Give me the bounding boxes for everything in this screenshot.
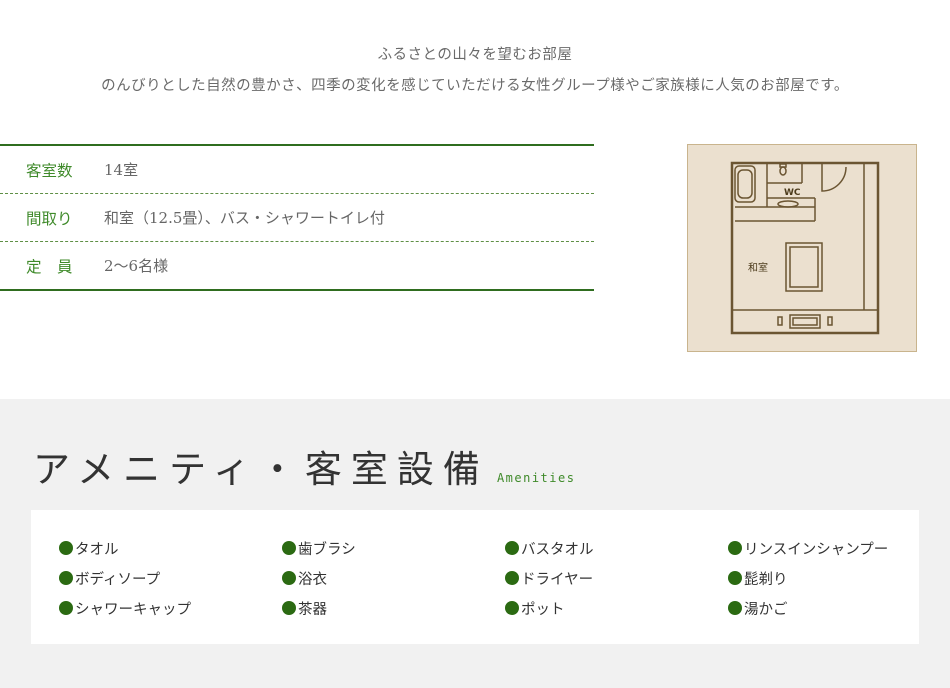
- amenity-label: 湯かご: [744, 601, 788, 618]
- bullet-icon: [728, 541, 742, 555]
- amenity-label: リンスインシャンプー: [744, 541, 889, 558]
- amenity-label: バスタオル: [521, 541, 594, 558]
- amenity-item: 茶器: [282, 593, 505, 623]
- bullet-icon: [59, 571, 73, 585]
- spec-row-layout: 間取り 和室（12.5畳）、バス・シャワートイレ付: [0, 194, 594, 242]
- amenity-item: 湯かご: [728, 593, 918, 623]
- amenity-item: ポット: [505, 593, 728, 623]
- floorplan-wc-label: WC: [784, 188, 801, 198]
- amenities-list-box: タオル 歯ブラシ バスタオル リンスインシャンプー ボディソープ 浴衣 ドライヤ…: [31, 510, 919, 644]
- spec-value: 2〜6名様: [104, 257, 169, 275]
- floorplan-drawing: WC 和室: [730, 161, 880, 335]
- bullet-icon: [59, 541, 73, 555]
- amenity-item: ボディソープ: [59, 563, 282, 593]
- spec-label: 定 員: [26, 257, 73, 276]
- amenity-label: 茶器: [298, 601, 327, 618]
- amenity-item: 歯ブラシ: [282, 533, 505, 563]
- room-spec-table: 客室数 14室 間取り 和室（12.5畳）、バス・シャワートイレ付 定 員 2〜…: [0, 144, 594, 291]
- amenities-title: アメニティ・客室設備: [33, 448, 489, 491]
- intro-description: のんびりとした自然の豊かさ、四季の変化を感じていただける女性グループ様やご家族様…: [101, 78, 849, 94]
- amenity-item: ドライヤー: [505, 563, 728, 593]
- bullet-icon: [282, 601, 296, 615]
- floorplan-image: WC 和室: [687, 144, 917, 352]
- intro-title: ふるさとの山々を望むお部屋: [377, 47, 573, 63]
- spec-value: 14室: [104, 161, 139, 179]
- amenity-label: ドライヤー: [521, 571, 594, 588]
- bullet-icon: [505, 571, 519, 585]
- bullet-icon: [282, 571, 296, 585]
- amenity-item: シャワーキャップ: [59, 593, 282, 623]
- spec-label: 間取り: [26, 209, 73, 228]
- amenity-label: ポット: [521, 601, 565, 618]
- amenities-grid: タオル 歯ブラシ バスタオル リンスインシャンプー ボディソープ 浴衣 ドライヤ…: [59, 533, 918, 623]
- floorplan-room-label: 和室: [748, 261, 768, 274]
- spec-row-rooms: 客室数 14室: [0, 146, 594, 194]
- bullet-icon: [59, 601, 73, 615]
- amenity-label: 歯ブラシ: [298, 541, 356, 558]
- amenity-item: 髭剃り: [728, 563, 918, 593]
- intro-section: ふるさとの山々を望むお部屋 のんびりとした自然の豊かさ、四季の変化を感じていただ…: [0, 40, 950, 102]
- amenity-label: 浴衣: [298, 571, 327, 588]
- amenities-subtitle: Amenities: [496, 471, 576, 485]
- amenity-label: シャワーキャップ: [75, 601, 191, 618]
- bullet-icon: [505, 541, 519, 555]
- amenity-label: タオル: [75, 541, 119, 558]
- amenity-label: ボディソープ: [75, 571, 161, 588]
- spec-label: 客室数: [26, 161, 73, 180]
- bullet-icon: [282, 541, 296, 555]
- amenity-label: 髭剃り: [744, 571, 788, 588]
- bullet-icon: [728, 601, 742, 615]
- bullet-icon: [728, 571, 742, 585]
- amenity-item: バスタオル: [505, 533, 728, 563]
- amenities-section: アメニティ・客室設備 Amenities タオル 歯ブラシ バスタオル リンスイ…: [0, 399, 950, 688]
- spec-value: 和室（12.5畳）、バス・シャワートイレ付: [104, 209, 385, 227]
- amenity-item: リンスインシャンプー: [728, 533, 918, 563]
- bullet-icon: [505, 601, 519, 615]
- amenity-item: 浴衣: [282, 563, 505, 593]
- amenity-item: タオル: [59, 533, 282, 563]
- amenities-heading: アメニティ・客室設備 Amenities: [33, 439, 575, 493]
- spec-row-capacity: 定 員 2〜6名様: [0, 242, 594, 289]
